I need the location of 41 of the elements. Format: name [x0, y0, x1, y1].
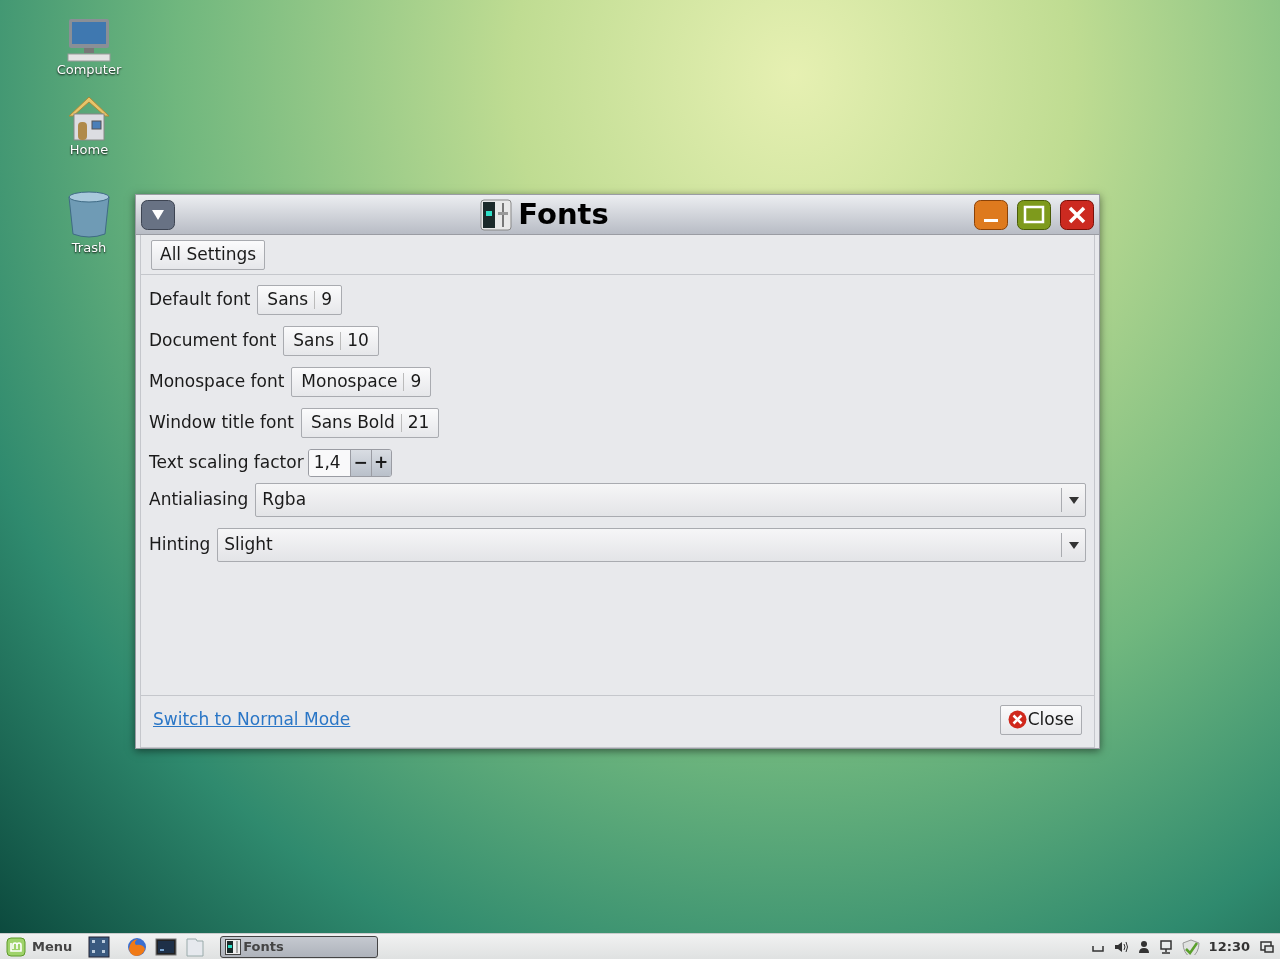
mint-logo-icon[interactable] [6, 936, 26, 957]
app-icon [225, 938, 242, 955]
font-chooser-button[interactable]: Sans Bold 21 [300, 408, 440, 438]
clock[interactable]: 12:30 [1208, 936, 1250, 957]
browser-icon[interactable] [126, 935, 149, 958]
close-dialog-button[interactable]: Close [999, 704, 1082, 735]
computer-icon[interactable] [65, 18, 113, 62]
setting-label: Document font [149, 329, 277, 353]
setting-label: Hinting [149, 533, 211, 557]
all-settings-button[interactable]: All Settings [151, 239, 266, 270]
terminal-icon[interactable] [155, 935, 178, 958]
dropdown[interactable]: Slight [217, 528, 1086, 562]
close-icon [1007, 710, 1027, 729]
menu-button[interactable]: Menu [32, 936, 73, 957]
dropdown[interactable]: Rgba [255, 483, 1086, 517]
dropdown-arrow-icon [1068, 496, 1079, 504]
window-menu-button[interactable] [141, 199, 175, 230]
trash-can-icon[interactable] [66, 190, 112, 240]
network-icon[interactable] [1158, 938, 1173, 955]
setting-label: Default font [149, 288, 251, 312]
setting-label: Monospace font [149, 370, 285, 394]
dropdown-value: Rgba [262, 488, 308, 512]
window-title: Fonts [518, 195, 609, 233]
font-chooser-button[interactable]: Sans 10 [283, 326, 379, 356]
font-chooser-button[interactable]: Sans 9 [257, 285, 343, 315]
user-icon[interactable] [1136, 938, 1151, 955]
shield-check-icon[interactable] [1180, 938, 1201, 955]
minimize-button[interactable] [974, 199, 1008, 230]
window-app-icon [480, 198, 513, 231]
dropdown-arrow-icon [1068, 541, 1079, 549]
taskbar-window-button[interactable]: Fonts [220, 935, 379, 958]
setting-label: Window title font [149, 411, 294, 435]
font-chooser-button[interactable]: Monospace 9 [291, 367, 432, 397]
dropdown-value: Slight [224, 533, 274, 557]
maximize-button[interactable] [1017, 199, 1051, 230]
close-button[interactable] [1060, 199, 1094, 230]
switch-mode-link[interactable]: Switch to Normal Mode [153, 706, 351, 733]
show-desktop-icon[interactable] [1260, 939, 1274, 954]
workspace-switcher-icon[interactable] [88, 935, 111, 958]
setting-label: Antialiasing [149, 488, 249, 512]
setting-label: Text scaling factor [149, 451, 304, 475]
